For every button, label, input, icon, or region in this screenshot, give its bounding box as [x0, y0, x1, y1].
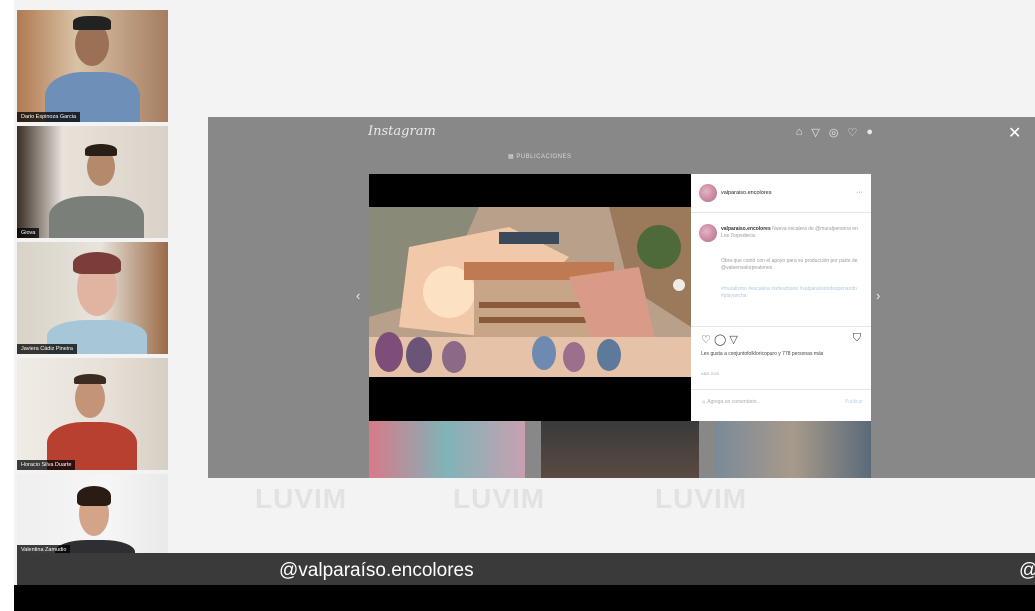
instagram-lightbox: ✕ Instagram ⌂ ▽ ◎ ♡ ● ▦ PUBLICACIONES ‹ … [208, 117, 1035, 478]
participant-name: Dario Espinoza Garcia [17, 112, 81, 122]
comment-placeholder: Agrega un comentario... [707, 399, 761, 405]
watermark: LUVIM [453, 483, 546, 514]
divider [691, 389, 871, 390]
post-details-panel: valparaiso.encolores ··· valparaiso.enco… [691, 174, 871, 421]
participant-name: Horacio Silva Duarte [17, 460, 76, 470]
lower-third-banner: @valparaíso.encolores @ [17, 553, 1035, 585]
grid-thumbnail[interactable] [541, 421, 699, 478]
instagram-post: valparaiso.encolores ··· valparaiso.enco… [369, 174, 871, 421]
post-image[interactable] [369, 207, 691, 377]
post-grid [369, 421, 871, 478]
left-margin [0, 0, 14, 611]
grid-thumbnail[interactable] [369, 421, 525, 478]
bottom-letterbox [0, 585, 1035, 611]
post-username[interactable]: valparaiso.encolores [721, 190, 771, 196]
smiley-icon[interactable]: ☺ [701, 399, 706, 405]
caption-hashtags: #muralismo #escalera #arteurbano #valpar… [721, 286, 857, 299]
instagram-nav-icons: ⌂ ▽ ◎ ♡ ● [796, 126, 873, 139]
mural-illustration [369, 207, 691, 377]
bookmark-icon[interactable]: ⛉ [853, 332, 861, 345]
heart-icon[interactable]: ♡ [701, 334, 711, 346]
tab-publicaciones[interactable]: ▦ PUBLICACIONES [508, 153, 572, 160]
caption-handle-repeat: @ [1019, 560, 1035, 582]
chevron-left-icon[interactable]: ‹ [356, 288, 360, 303]
profile-icon[interactable]: ● [866, 126, 873, 139]
publish-button[interactable]: Publicar [845, 399, 863, 405]
avatar[interactable] [699, 224, 717, 242]
instagram-header: Instagram ⌂ ▽ ◎ ♡ ● [368, 117, 873, 147]
caption-more: Obra que contó con el apoyo para su prod… [721, 258, 858, 271]
post-caption: valparaiso.encolores Nueva escalera de @… [721, 226, 861, 240]
comment-input[interactable]: ☺ Agrega un comentario... [701, 399, 761, 405]
close-icon[interactable]: ✕ [1008, 123, 1021, 143]
home-icon[interactable]: ⌂ [796, 126, 803, 139]
instagram-logo[interactable]: Instagram [368, 124, 436, 139]
caption-handle: @valparaíso.encolores [279, 560, 474, 581]
avatar[interactable] [699, 184, 717, 202]
watermark: LUVIM [255, 483, 348, 514]
participant-name: Giova [17, 228, 40, 238]
send-icon[interactable]: ▽ [729, 334, 737, 346]
participant-tile[interactable]: Valentina Zamudio [17, 474, 168, 555]
participant-tile[interactable]: Horacio Silva Duarte [17, 358, 168, 470]
participant-tile[interactable]: Dario Espinoza Garcia [17, 10, 168, 122]
grid-thumbnail[interactable] [715, 421, 871, 478]
divider [691, 326, 871, 327]
comment-icon[interactable]: ◯ [714, 334, 726, 346]
more-icon[interactable]: ··· [856, 189, 863, 196]
participant-sidebar: Dario Espinoza Garcia Giova Javiera Cádi… [17, 10, 168, 555]
chevron-right-icon[interactable]: › [876, 288, 880, 303]
video-stage: LUVIM LUVIM LUVIM Dario Espinoza Garcia … [0, 0, 1035, 611]
divider [691, 212, 871, 213]
watermark: LUVIM [655, 483, 748, 514]
likes-text[interactable]: Les gusta a conjuntofolkloricopuro y 778… [701, 351, 851, 358]
participant-tile[interactable]: Javiera Cádiz Pineira [17, 242, 168, 354]
post-actions: ♡ ◯ ▽ [701, 333, 738, 346]
send-icon[interactable]: ▽ [811, 126, 819, 139]
participant-name: Javiera Cádiz Pineira [17, 344, 77, 354]
caption-username[interactable]: valparaiso.encolores [721, 226, 771, 232]
compass-icon[interactable]: ◎ [829, 126, 839, 139]
heart-icon[interactable]: ♡ [847, 126, 857, 139]
participant-tile[interactable]: Giova [17, 126, 168, 238]
post-time: ABR 2020 [701, 371, 720, 376]
